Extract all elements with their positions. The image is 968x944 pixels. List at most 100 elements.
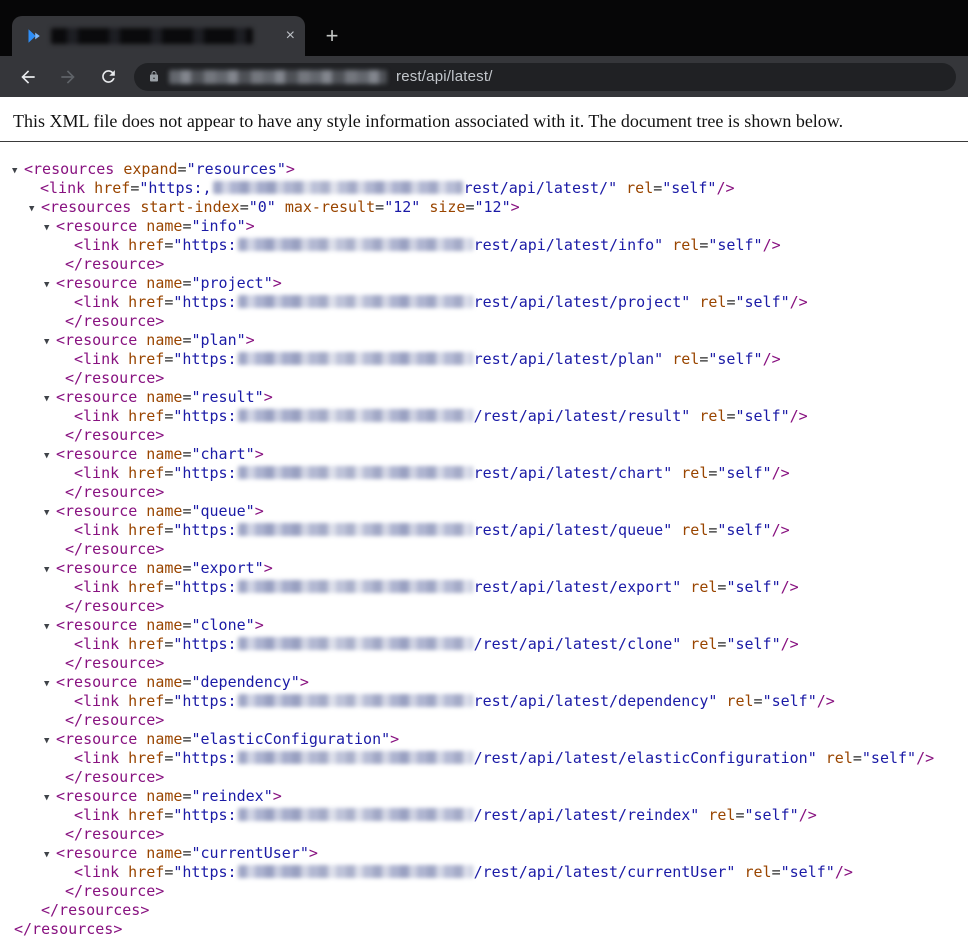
xml-attribute-value: "https: <box>173 236 237 254</box>
xml-attribute-value: "https: <box>173 863 237 881</box>
xml-equals: = <box>164 236 174 254</box>
xml-equals: = <box>164 407 174 425</box>
xml-attribute-name: href <box>119 806 165 824</box>
collapse-toggle-icon[interactable]: ▼ <box>44 276 56 295</box>
xml-equals: = <box>375 198 385 216</box>
collapse-toggle-icon[interactable]: ▼ <box>44 390 56 409</box>
xml-attribute-value: "project" <box>191 274 273 292</box>
xml-line: <link href="https: rest/api/latest/chart"… <box>0 464 968 483</box>
xml-attribute-name: name <box>137 559 183 577</box>
xml-attribute-name: rel <box>617 179 654 197</box>
xml-attribute-value: "self" <box>708 350 763 368</box>
xml-attribute-name: href <box>119 578 165 596</box>
xml-equals: = <box>164 692 174 710</box>
xml-tag: > <box>308 844 318 862</box>
collapse-toggle-icon[interactable]: ▼ <box>44 561 56 580</box>
new-tab-button[interactable]: + <box>317 21 347 51</box>
redacted-host-text <box>237 295 473 308</box>
xml-attribute-name: name <box>137 502 183 520</box>
xml-attribute-name: rel <box>672 521 709 539</box>
xml-line: ▼ <resource name="queue"> <box>0 502 968 521</box>
page-content: This XML file does not appear to have an… <box>0 97 968 944</box>
collapse-toggle-icon[interactable]: ▼ <box>44 732 56 751</box>
xml-tag: <resource <box>56 388 138 406</box>
xml-attribute-value: rest/api/latest/chart" <box>473 464 673 482</box>
collapse-toggle-icon[interactable]: ▼ <box>44 447 56 466</box>
redacted-host-text <box>237 808 473 821</box>
xml-attribute-name: href <box>119 293 165 311</box>
xml-tag: > <box>263 559 273 577</box>
back-button[interactable] <box>8 60 48 94</box>
xml-tag: <resources <box>24 160 115 178</box>
xml-attribute-value: "12" <box>384 198 421 216</box>
xml-line: <link href="https: rest/api/latest/plan" … <box>0 350 968 369</box>
xml-attribute-value: "12" <box>474 198 511 216</box>
xml-attribute-value: "https:, <box>139 179 212 197</box>
xml-tag: </resources> <box>41 901 150 919</box>
address-bar[interactable]: rest/api/latest/ <box>134 62 956 91</box>
xml-attribute-value: "dependency" <box>191 673 300 691</box>
collapse-toggle-icon[interactable]: ▼ <box>12 162 24 181</box>
xml-attribute-value: "https: <box>173 692 237 710</box>
xml-attribute-name: max-result <box>275 198 376 216</box>
xml-attribute-name: href <box>119 236 165 254</box>
browser-tab[interactable]: × <box>12 16 305 56</box>
xml-tag: </resource> <box>65 597 165 615</box>
collapse-toggle-icon[interactable]: ▼ <box>44 789 56 808</box>
xml-attribute-name: rel <box>717 692 754 710</box>
collapse-toggle-icon[interactable]: ▼ <box>44 618 56 637</box>
xml-tag: </resources> <box>14 920 123 938</box>
xml-equals: = <box>753 692 763 710</box>
xml-tag: <resource <box>56 445 138 463</box>
xml-tag: <link <box>74 806 120 824</box>
xml-line: <link href="https:/rest/api/latest/elast… <box>0 749 968 768</box>
xml-line: </resource> <box>0 654 968 673</box>
xml-tag: <resource <box>56 730 138 748</box>
xml-tag: </resource> <box>65 768 165 786</box>
tab-close-icon[interactable]: × <box>286 28 295 44</box>
reload-button[interactable] <box>88 60 128 94</box>
xml-tree: ▼ <resources expand="resources"> <link hre… <box>0 142 968 939</box>
xml-tag: </resource> <box>65 483 165 501</box>
collapse-toggle-icon[interactable]: ▼ <box>44 219 56 238</box>
xml-line: ▼ <resource name="clone"> <box>0 616 968 635</box>
xml-attribute-value: rest/api/latest/info" <box>473 236 664 254</box>
collapse-toggle-icon[interactable]: ▼ <box>29 200 41 219</box>
xml-attribute-name: rel <box>735 863 772 881</box>
xml-line: </resource> <box>0 711 968 730</box>
xml-tag: > <box>272 787 282 805</box>
xml-equals: = <box>164 863 174 881</box>
xml-attribute-name: href <box>119 521 165 539</box>
xml-tag: <link <box>74 521 120 539</box>
xml-attribute-name: href <box>119 350 165 368</box>
collapse-toggle-icon[interactable]: ▼ <box>44 675 56 694</box>
collapse-toggle-icon[interactable]: ▼ <box>44 333 56 352</box>
xml-attribute-value: "self" <box>717 521 772 539</box>
xml-tag: > <box>299 673 309 691</box>
browser-toolbar: rest/api/latest/ <box>0 56 968 97</box>
xml-attribute-name: name <box>137 673 183 691</box>
xml-line: <link href="https:/rest/api/latest/reind… <box>0 806 968 825</box>
xml-tag: > <box>254 502 264 520</box>
xml-tag: <link <box>74 749 120 767</box>
xml-line: </resource> <box>0 312 968 331</box>
xml-attribute-name: name <box>137 445 183 463</box>
xml-attribute-name: rel <box>663 350 700 368</box>
xml-tag: /> <box>716 179 735 197</box>
xml-equals: = <box>239 198 249 216</box>
xml-attribute-value: rest/api/latest/project" <box>473 293 691 311</box>
collapse-toggle-icon[interactable]: ▼ <box>44 846 56 865</box>
xml-line: <link href="https:/rest/api/latest/curre… <box>0 863 968 882</box>
xml-attribute-name: start-index <box>131 198 240 216</box>
xml-attribute-value: rest/api/latest/export" <box>473 578 682 596</box>
xml-tag: > <box>254 616 264 634</box>
xml-attribute-value: "https: <box>173 749 237 767</box>
xml-line: ▼ <resource name="elasticConfiguration"> <box>0 730 968 749</box>
xml-attribute-name: rel <box>663 236 700 254</box>
xml-line: ▼ <resource name="currentUser"> <box>0 844 968 863</box>
xml-tag: > <box>245 331 255 349</box>
xml-equals: = <box>653 179 663 197</box>
forward-button[interactable] <box>48 60 88 94</box>
collapse-toggle-icon[interactable]: ▼ <box>44 504 56 523</box>
xml-attribute-value: "self" <box>735 293 790 311</box>
